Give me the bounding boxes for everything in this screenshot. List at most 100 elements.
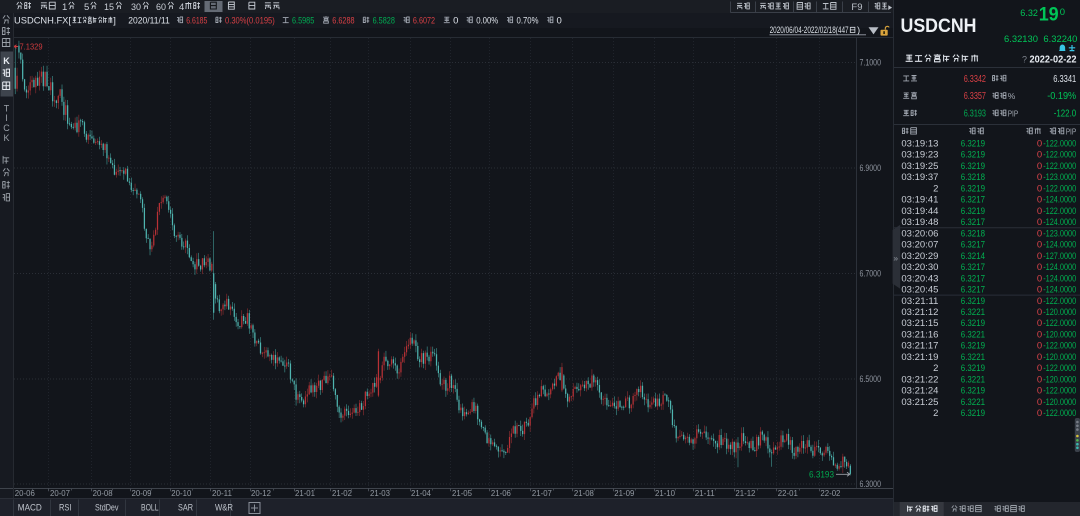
- svg-text:0: 0: [1037, 318, 1042, 329]
- svg-text:C: C: [3, 123, 10, 133]
- svg-text:-120.0000: -120.0000: [1043, 329, 1076, 340]
- svg-text:03:19:25: 03:19:25: [901, 161, 938, 172]
- svg-text:03:20:29: 03:20:29: [901, 251, 938, 262]
- svg-text:03:19:48: 03:19:48: [901, 217, 938, 228]
- svg-text:6.3217: 6.3217: [961, 273, 985, 284]
- svg-text:): ): [857, 25, 860, 36]
- svg-text:6.3219: 6.3219: [961, 318, 985, 329]
- svg-text:03:20:30: 03:20:30: [901, 262, 938, 273]
- svg-text:SAR: SAR: [178, 503, 193, 513]
- svg-text:7.1000: 7.1000: [860, 58, 882, 68]
- svg-text:6.3342: 6.3342: [964, 74, 987, 85]
- svg-text:03:21:19: 03:21:19: [901, 352, 938, 363]
- svg-text:60: 60: [156, 2, 166, 13]
- svg-text:-120.0000: -120.0000: [1043, 352, 1076, 363]
- svg-text:0: 0: [1037, 240, 1042, 251]
- svg-text:-122.0000: -122.0000: [1043, 363, 1076, 374]
- svg-text:2: 2: [933, 363, 938, 374]
- svg-text:-122.0000: -122.0000: [1043, 296, 1076, 307]
- svg-text:6.3221: 6.3221: [961, 307, 985, 318]
- svg-text:6.3193: 6.3193: [809, 470, 834, 480]
- svg-text:T: T: [4, 104, 10, 114]
- svg-text:0: 0: [1037, 183, 1042, 194]
- svg-text:6.3219: 6.3219: [961, 408, 985, 419]
- svg-text:6.3219: 6.3219: [961, 138, 985, 149]
- svg-text:03:21:11: 03:21:11: [901, 296, 938, 307]
- svg-text:0: 0: [1037, 206, 1042, 217]
- svg-text:03:19:41: 03:19:41: [901, 195, 938, 206]
- svg-text:03:21:25: 03:21:25: [901, 397, 938, 408]
- svg-text:21-08: 21-08: [574, 488, 594, 498]
- svg-text:0: 0: [1037, 150, 1042, 161]
- svg-text:0: 0: [1037, 296, 1042, 307]
- svg-text:03:20:07: 03:20:07: [901, 240, 938, 251]
- svg-text:6.6185: 6.6185: [186, 16, 207, 27]
- svg-text:-122.0000: -122.0000: [1043, 138, 1076, 149]
- svg-text:03:21:16: 03:21:16: [901, 329, 938, 340]
- svg-text:20-08: 20-08: [93, 488, 113, 498]
- svg-text:6.3221: 6.3221: [961, 329, 985, 340]
- svg-text:K: K: [3, 56, 10, 66]
- svg-text:6.3219: 6.3219: [961, 363, 985, 374]
- svg-text:2020/11/11: 2020/11/11: [128, 16, 170, 27]
- svg-text:6.3341: 6.3341: [1053, 74, 1076, 85]
- svg-text:19: 19: [1039, 4, 1059, 25]
- svg-text:20-06: 20-06: [15, 488, 35, 498]
- svg-text:-122.0000: -122.0000: [1043, 318, 1076, 329]
- svg-text:-127.0000: -127.0000: [1043, 251, 1076, 262]
- svg-text:0: 0: [1037, 307, 1042, 318]
- svg-text:-122.0000: -122.0000: [1043, 161, 1076, 172]
- svg-text:6.3219: 6.3219: [961, 161, 985, 172]
- svg-text:USDCNH.FX[: USDCNH.FX[: [14, 16, 71, 27]
- svg-text:-122.0: -122.0: [1054, 109, 1077, 120]
- svg-text:03:19:13: 03:19:13: [901, 138, 938, 149]
- svg-text:20-11: 20-11: [212, 488, 232, 498]
- svg-text:6.3217: 6.3217: [961, 262, 985, 273]
- svg-text:6.3219: 6.3219: [961, 206, 985, 217]
- svg-text:StdDev: StdDev: [95, 503, 119, 513]
- svg-text:1: 1: [62, 2, 67, 13]
- svg-text:03:19:44: 03:19:44: [901, 206, 938, 217]
- svg-text:0: 0: [1037, 329, 1042, 340]
- svg-text:0: 0: [557, 16, 562, 27]
- svg-text:21-09: 21-09: [614, 488, 634, 498]
- svg-text:0: 0: [1037, 228, 1042, 239]
- svg-text:21-01: 21-01: [295, 488, 315, 498]
- svg-text:20-07: 20-07: [50, 488, 70, 498]
- svg-text:0: 0: [1037, 386, 1042, 397]
- svg-text:6.3219: 6.3219: [961, 296, 985, 307]
- svg-text:0: 0: [1037, 251, 1042, 262]
- svg-text:03:21:17: 03:21:17: [901, 341, 938, 352]
- svg-text:0: 0: [1060, 7, 1065, 18]
- svg-text:-122.0000: -122.0000: [1043, 386, 1076, 397]
- svg-text:21-05: 21-05: [452, 488, 472, 498]
- svg-text:6.6288: 6.6288: [332, 16, 354, 27]
- svg-text:2022-02-22: 2022-02-22: [1030, 54, 1077, 66]
- svg-text:03:19:37: 03:19:37: [901, 172, 938, 183]
- svg-text:%: %: [1008, 91, 1016, 101]
- svg-text:0: 0: [1037, 341, 1042, 352]
- svg-text:-120.0000: -120.0000: [1043, 397, 1076, 408]
- svg-text:20-10: 20-10: [171, 488, 191, 498]
- svg-text:0: 0: [1037, 363, 1042, 374]
- svg-text:6.3219: 6.3219: [961, 183, 985, 194]
- svg-text:21-07: 21-07: [532, 488, 552, 498]
- svg-text:21-10: 21-10: [655, 488, 675, 498]
- svg-text:6.32240: 6.32240: [1043, 34, 1077, 45]
- svg-text:-122.0000: -122.0000: [1043, 183, 1076, 194]
- svg-text:6.3218: 6.3218: [961, 172, 985, 183]
- svg-text:USDCNH: USDCNH: [901, 16, 977, 37]
- svg-text:0: 0: [1037, 217, 1042, 228]
- svg-text:21-12: 21-12: [735, 488, 755, 498]
- svg-text:PIP: PIP: [1008, 109, 1019, 119]
- svg-text:-123.0000: -123.0000: [1043, 172, 1076, 183]
- svg-text:6.3357: 6.3357: [964, 91, 987, 102]
- svg-text:6.3221: 6.3221: [961, 374, 985, 385]
- svg-text:-124.0000: -124.0000: [1043, 217, 1076, 228]
- svg-text:6.3214: 6.3214: [961, 251, 985, 262]
- svg-text:20-09: 20-09: [132, 488, 152, 498]
- svg-text:03:20:43: 03:20:43: [901, 273, 938, 284]
- svg-text:6.32: 6.32: [1020, 8, 1038, 19]
- svg-text:0.00%: 0.00%: [476, 16, 498, 27]
- svg-text:6.7000: 6.7000: [860, 269, 882, 279]
